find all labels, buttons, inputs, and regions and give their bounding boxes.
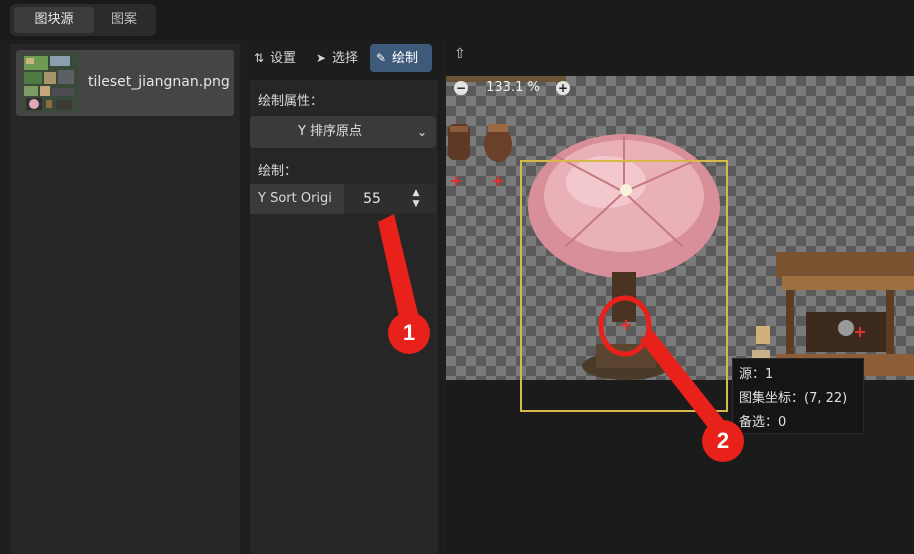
annotation-badge-1: 1 — [388, 312, 430, 354]
annotation-circle — [598, 295, 652, 357]
annotation-badge-2: 2 — [702, 420, 744, 462]
annotation-overlay — [378, 214, 730, 438]
